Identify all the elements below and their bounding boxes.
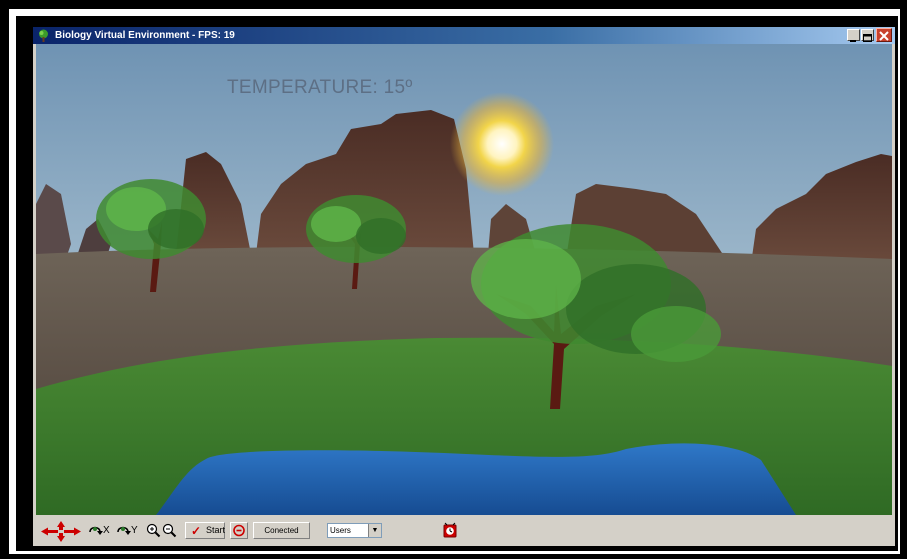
- rotate-y-label: Y: [131, 525, 138, 536]
- zoom-in-icon: [146, 523, 161, 538]
- stop-button[interactable]: [230, 522, 248, 539]
- chevron-down-icon[interactable]: ▼: [368, 524, 381, 537]
- zoom-out-button[interactable]: [162, 522, 177, 539]
- users-select[interactable]: Users ▼: [327, 523, 382, 538]
- alarm-clock-icon: [443, 522, 457, 538]
- rotate-x-button[interactable]: X: [88, 522, 114, 539]
- sun: [450, 92, 554, 196]
- move-control[interactable]: [39, 520, 83, 543]
- close-button[interactable]: [876, 28, 892, 42]
- rotate-x-label: X: [103, 525, 110, 536]
- zoom-out-icon: [162, 523, 177, 538]
- screenshot-border: Biology Virtual Environment - FPS: 19 TE…: [0, 0, 907, 559]
- scene-canvas: [36, 44, 892, 515]
- title-bar[interactable]: Biology Virtual Environment - FPS: 19: [33, 27, 895, 44]
- move-arrows-icon: [41, 521, 81, 542]
- app-window: Biology Virtual Environment - FPS: 19 TE…: [33, 27, 895, 546]
- checkmark-icon: ✓: [191, 524, 202, 538]
- alarm-button[interactable]: [443, 522, 457, 538]
- stop-icon: [233, 524, 245, 537]
- temperature-label: TEMPERATURE: 15º: [227, 77, 413, 98]
- app-tree-icon: [39, 29, 48, 42]
- minimize-icon: [850, 40, 856, 42]
- rotate-y-icon: [117, 526, 131, 535]
- start-button[interactable]: ✓ Start: [185, 522, 225, 539]
- rotate-y-button[interactable]: Y: [116, 522, 142, 539]
- maximize-icon: [863, 34, 872, 42]
- rotate-x-icon: [89, 526, 103, 535]
- close-icon: [879, 31, 889, 41]
- 3d-viewport[interactable]: TEMPERATURE: 15º: [36, 44, 892, 515]
- start-label: Start: [206, 525, 226, 535]
- window-title: Biology Virtual Environment - FPS: 19: [55, 30, 235, 41]
- connected-button[interactable]: Conected: [253, 522, 310, 539]
- zoom-in-button[interactable]: [146, 522, 161, 539]
- minimize-button[interactable]: [847, 29, 860, 42]
- users-select-value: Users: [330, 526, 351, 535]
- control-toolbar: X Y ✓ Start Conected Users ▼: [33, 516, 895, 546]
- maximize-button[interactable]: [861, 29, 874, 42]
